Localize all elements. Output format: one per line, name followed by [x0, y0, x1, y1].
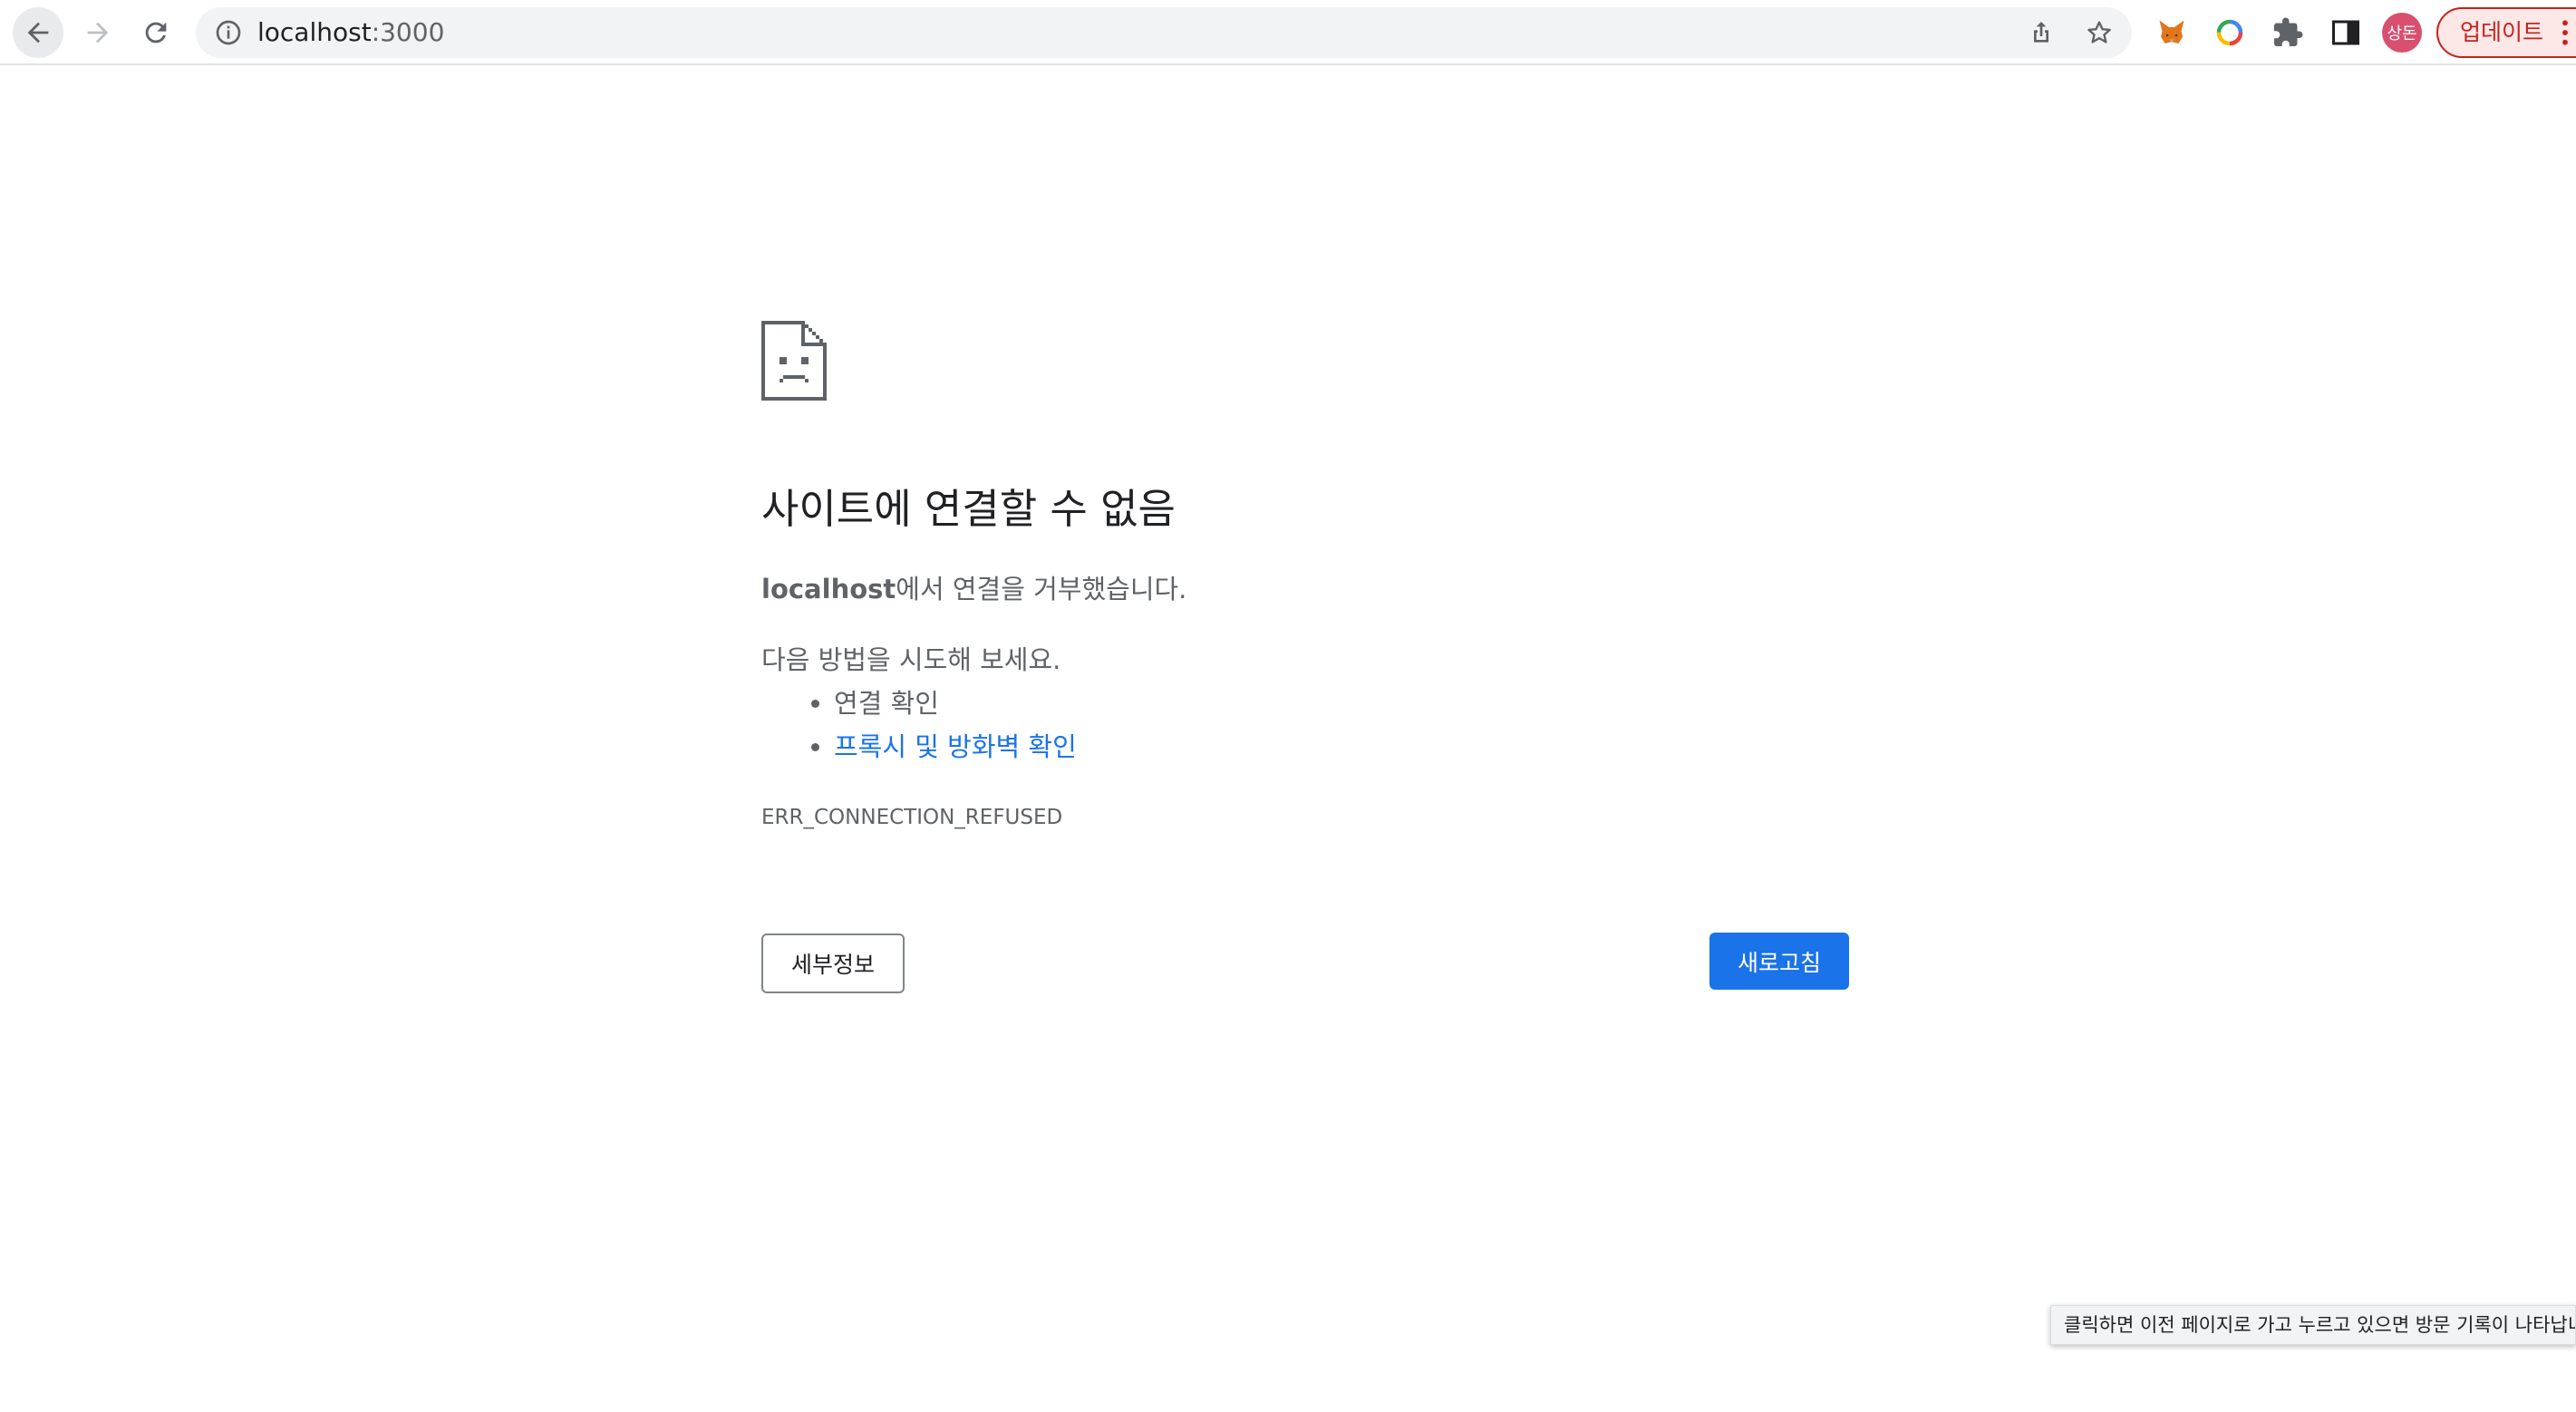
error-title: 사이트에 연결할 수 없음 — [761, 485, 1176, 533]
color-wheel-icon[interactable] — [2213, 16, 2246, 49]
proxy-firewall-link[interactable]: 프록시 및 방화벽 확인 — [834, 731, 1077, 762]
info-icon[interactable] — [214, 18, 243, 47]
metamask-fox-icon[interactable] — [2155, 16, 2188, 49]
suggestion-proxy-firewall: 프록시 및 방화벽 확인 — [834, 725, 1077, 769]
reload-button[interactable] — [131, 7, 181, 58]
puzzle-piece-icon[interactable] — [2271, 16, 2304, 49]
back-button[interactable] — [13, 7, 63, 58]
reload-page-button[interactable]: 새로고침 — [1709, 933, 1849, 990]
profile-avatar[interactable]: 상돈 — [2382, 13, 2422, 53]
forward-button[interactable] — [73, 7, 123, 58]
suggestions-list: 연결 확인 프록시 및 방화벽 확인 — [761, 682, 1077, 769]
url-text[interactable]: localhost:3000 — [257, 18, 444, 47]
error-description-text: 에서 연결을 거부했습니다. — [896, 574, 1187, 604]
back-button-tooltip: 클릭하면 이전 페이지로 가고 누르고 있으면 방문 기록이 나타납니다 — [2050, 1305, 2576, 1345]
reload-icon — [145, 22, 167, 44]
back-arrow-icon — [27, 22, 49, 44]
star-icon[interactable] — [2085, 18, 2114, 47]
update-button[interactable]: 업데이트 — [2436, 7, 2576, 58]
sad-page-icon — [761, 321, 827, 401]
suggestions-intro: 다음 방법을 시도해 보세요. — [761, 644, 1061, 675]
side-panel-icon[interactable] — [2329, 16, 2362, 49]
error-description: localhost에서 연결을 거부했습니다. — [761, 569, 1186, 609]
address-bar[interactable]: localhost:3000 — [196, 7, 2132, 58]
menu-dots-icon[interactable] — [2560, 18, 2571, 47]
url-host: localhost — [257, 17, 372, 47]
error-code: ERR_CONNECTION_REFUSED — [761, 806, 1063, 829]
error-host: localhost — [761, 574, 896, 604]
details-button[interactable]: 세부정보 — [761, 933, 905, 993]
share-icon[interactable] — [2027, 18, 2056, 47]
browser-toolbar: localhost:3000 상돈 업데이트 — [0, 0, 2576, 65]
url-port: :3000 — [371, 17, 445, 47]
forward-arrow-icon — [87, 22, 109, 44]
suggestion-check-connection: 연결 확인 — [834, 682, 1077, 725]
